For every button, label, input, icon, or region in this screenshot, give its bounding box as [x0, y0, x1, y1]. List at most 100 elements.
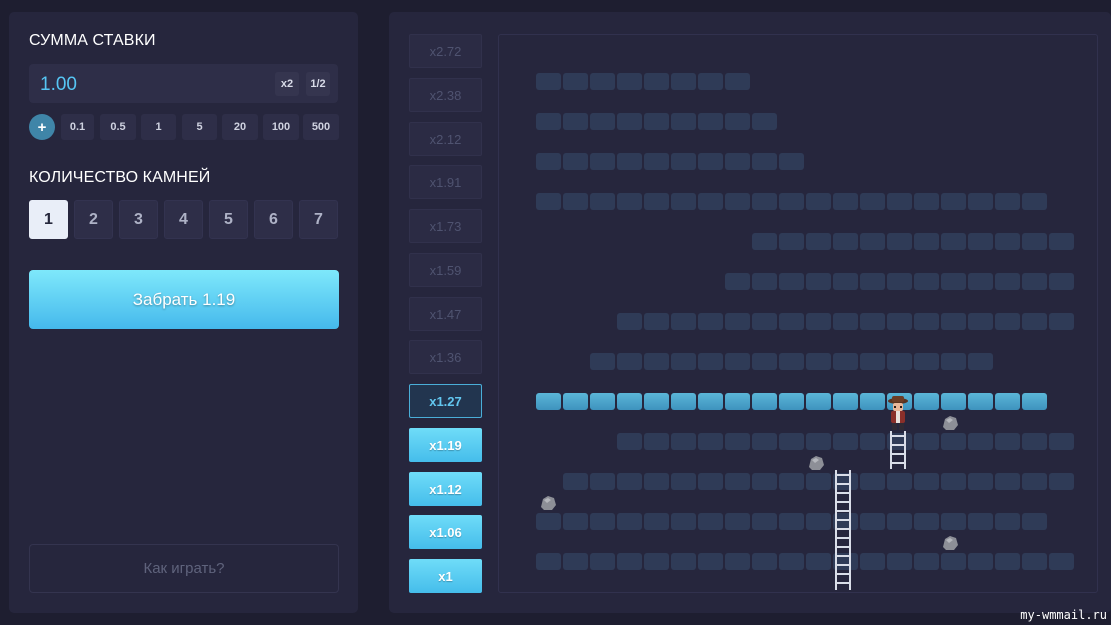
field-tile[interactable] — [698, 433, 723, 450]
field-tile[interactable] — [968, 233, 993, 250]
field-tile[interactable] — [698, 113, 723, 130]
cashout-button[interactable]: Забрать 1.19 — [29, 270, 339, 329]
field-tile[interactable] — [698, 313, 723, 330]
field-tile[interactable] — [968, 193, 993, 210]
field-tile[interactable] — [860, 233, 885, 250]
field-tile[interactable] — [617, 553, 642, 570]
field-tile[interactable] — [968, 273, 993, 290]
stones-option-5[interactable]: 5 — [209, 200, 248, 239]
field-tile[interactable] — [968, 473, 993, 490]
field-tile[interactable] — [617, 433, 642, 450]
field-tile[interactable] — [833, 313, 858, 330]
field-tile[interactable] — [833, 233, 858, 250]
field-tile[interactable] — [914, 553, 939, 570]
field-tile[interactable] — [725, 353, 750, 370]
field-tile[interactable] — [752, 353, 777, 370]
field-tile[interactable] — [887, 193, 912, 210]
bet-chip[interactable]: 1 — [141, 114, 176, 140]
field-tile[interactable] — [806, 193, 831, 210]
field-tile[interactable] — [752, 153, 777, 170]
field-tile[interactable] — [644, 73, 669, 90]
field-tile[interactable] — [752, 553, 777, 570]
field-tile[interactable] — [752, 313, 777, 330]
field-tile[interactable] — [752, 473, 777, 490]
field-tile[interactable] — [563, 153, 588, 170]
field-tile[interactable] — [887, 313, 912, 330]
field-tile[interactable] — [1049, 553, 1074, 570]
field-tile[interactable] — [563, 113, 588, 130]
field-tile[interactable] — [536, 553, 561, 570]
field-tile[interactable] — [833, 273, 858, 290]
field-tile[interactable] — [536, 113, 561, 130]
field-tile[interactable] — [644, 473, 669, 490]
field-tile[interactable] — [995, 433, 1020, 450]
field-tile[interactable] — [806, 433, 831, 450]
field-tile[interactable] — [1022, 553, 1047, 570]
field-tile[interactable] — [698, 193, 723, 210]
bet-chip[interactable]: 0.1 — [61, 114, 94, 140]
field-tile[interactable] — [1022, 433, 1047, 450]
field-tile[interactable] — [914, 353, 939, 370]
field-tile[interactable] — [671, 473, 696, 490]
field-tile[interactable] — [590, 473, 615, 490]
field-tile[interactable] — [833, 193, 858, 210]
field-tile[interactable] — [698, 73, 723, 90]
field-tile[interactable] — [617, 353, 642, 370]
field-tile[interactable] — [752, 433, 777, 450]
field-tile[interactable] — [995, 553, 1020, 570]
field-tile[interactable] — [995, 193, 1020, 210]
field-tile[interactable] — [671, 433, 696, 450]
field-tile[interactable] — [590, 153, 615, 170]
field-tile[interactable] — [644, 433, 669, 450]
field-tile[interactable] — [617, 313, 642, 330]
field-tile[interactable] — [698, 153, 723, 170]
field-tile[interactable] — [1022, 473, 1047, 490]
field-tile[interactable] — [779, 193, 804, 210]
field-tile[interactable] — [752, 113, 777, 130]
field-tile[interactable] — [887, 513, 912, 530]
field-tile[interactable] — [914, 473, 939, 490]
field-tile[interactable] — [671, 553, 696, 570]
field-tile[interactable] — [941, 353, 966, 370]
field-tile[interactable] — [725, 313, 750, 330]
field-tile[interactable] — [725, 113, 750, 130]
field-tile[interactable] — [887, 473, 912, 490]
field-tile[interactable] — [941, 513, 966, 530]
field-tile[interactable] — [995, 273, 1020, 290]
field-tile[interactable] — [1022, 193, 1047, 210]
field-tile[interactable] — [563, 193, 588, 210]
field-tile[interactable] — [860, 273, 885, 290]
field-tile[interactable] — [617, 113, 642, 130]
field-tile[interactable] — [968, 553, 993, 570]
how-to-play-button[interactable]: Как играть? — [29, 544, 339, 593]
stones-option-4[interactable]: 4 — [164, 200, 203, 239]
field-tile[interactable] — [671, 153, 696, 170]
field-tile[interactable] — [887, 233, 912, 250]
stones-option-7[interactable]: 7 — [299, 200, 338, 239]
field-tile[interactable] — [806, 313, 831, 330]
field-tile[interactable] — [563, 473, 588, 490]
bet-chip[interactable]: 5 — [182, 114, 217, 140]
field-tile[interactable] — [806, 273, 831, 290]
field-tile[interactable] — [779, 473, 804, 490]
field-tile[interactable] — [644, 193, 669, 210]
field-tile[interactable] — [860, 473, 885, 490]
field-tile[interactable] — [887, 353, 912, 370]
field-tile[interactable] — [698, 353, 723, 370]
field-tile[interactable] — [779, 273, 804, 290]
field-tile[interactable] — [860, 313, 885, 330]
field-tile[interactable] — [725, 473, 750, 490]
field-tile[interactable] — [941, 553, 966, 570]
field-tile[interactable] — [671, 113, 696, 130]
field-tile[interactable] — [725, 273, 750, 290]
field-tile[interactable] — [698, 513, 723, 530]
field-tile[interactable] — [995, 233, 1020, 250]
field-tile[interactable] — [671, 313, 696, 330]
half-bet-button[interactable]: 1/2 — [306, 72, 330, 96]
field-tile[interactable] — [644, 353, 669, 370]
field-tile[interactable] — [860, 193, 885, 210]
field-tile[interactable] — [671, 513, 696, 530]
field-tile[interactable] — [860, 433, 885, 450]
bet-chip[interactable]: 20 — [222, 114, 258, 140]
bet-amount-input[interactable] — [29, 64, 272, 105]
